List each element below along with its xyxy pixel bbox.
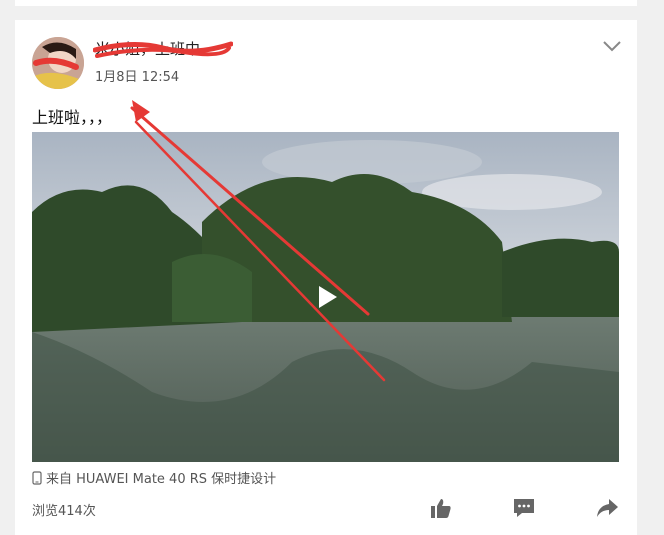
share-icon[interactable] [595, 496, 619, 520]
video-player[interactable] [32, 132, 619, 462]
username[interactable]: 米小姐，上班中 [95, 38, 200, 59]
post-card: 米小姐，上班中 1月8日 12:54 上班啦，，， 来自 HUAWEI Mate… [15, 20, 637, 535]
post-timestamp: 1月8日 12:54 [95, 70, 180, 85]
play-icon[interactable] [317, 284, 339, 310]
avatar[interactable] [32, 37, 84, 89]
thumbs-up-icon[interactable] [429, 496, 453, 520]
phone-icon [32, 470, 42, 485]
post-text: 上班啦，，， [32, 108, 113, 127]
view-count: 浏览414次 [32, 504, 96, 519]
comment-icon[interactable] [512, 496, 536, 520]
device-info: 来自 HUAWEI Mate 40 RS 保时捷设计 [32, 468, 276, 487]
device-label: 来自 HUAWEI Mate 40 RS 保时捷设计 [46, 472, 277, 487]
previous-card-edge [15, 0, 637, 6]
chevron-down-icon[interactable] [601, 38, 623, 54]
